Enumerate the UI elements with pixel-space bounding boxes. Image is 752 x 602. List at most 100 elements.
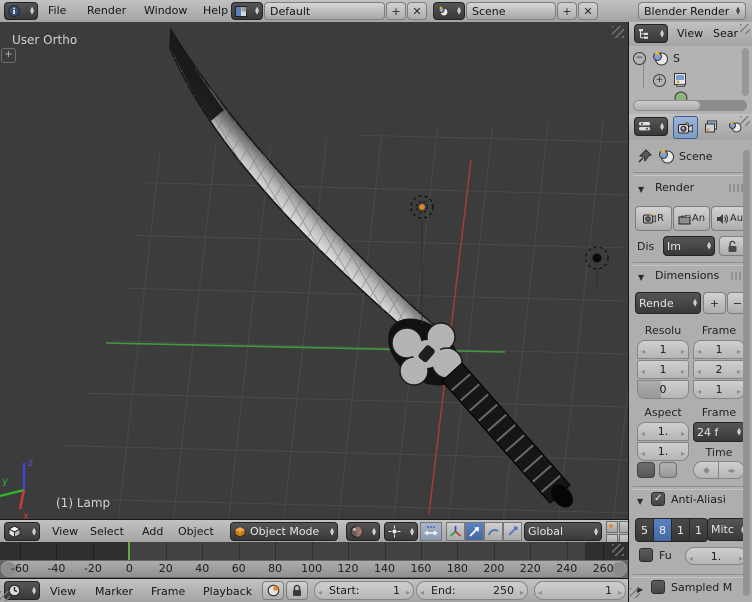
layer-12[interactable] xyxy=(619,534,628,542)
current-frame-marker[interactable] xyxy=(128,542,130,560)
crop-toggle[interactable] xyxy=(659,462,677,478)
outliner-menu-search[interactable]: Sear xyxy=(713,27,738,40)
menu-help[interactable]: Help xyxy=(203,4,228,17)
scale-manipulator-button[interactable] xyxy=(503,522,522,541)
resolution-percentage-slider[interactable]: 0 xyxy=(637,380,689,399)
sync-playback-button[interactable] xyxy=(262,581,284,600)
properties-editor-selector[interactable] xyxy=(634,117,668,136)
katana-object[interactable] xyxy=(0,22,628,512)
transform-orientation-select[interactable]: Global xyxy=(524,522,602,541)
aa-samples-16[interactable]: 1 xyxy=(690,518,708,542)
area-corner-grip[interactable] xyxy=(630,588,640,598)
menu-render[interactable]: Render xyxy=(87,4,126,17)
outliner-scene-item[interactable]: S xyxy=(673,52,680,65)
current-frame-field[interactable]: 1 xyxy=(534,581,626,600)
tab-render-layers[interactable] xyxy=(699,116,722,137)
render-still-button[interactable]: R xyxy=(635,206,672,231)
scene-type-button[interactable] xyxy=(433,2,465,20)
timeline-ruler-scrollbar[interactable]: -60 -40 -20 0 20 40 60 80 100 120 140 160 180 200 220 2… xyxy=(0,560,628,578)
screen-layout-field[interactable]: Default xyxy=(264,2,385,20)
add-layout-button[interactable]: + xyxy=(386,2,406,20)
area-corner-grip[interactable] xyxy=(612,544,624,556)
translate-manipulator-button[interactable] xyxy=(465,522,484,541)
dimensions-panel-title[interactable]: Dimensions xyxy=(655,269,719,282)
tl-menu-marker[interactable]: Marker xyxy=(95,585,133,598)
vp-menu-select[interactable]: Select xyxy=(90,525,124,538)
lamp-object-2[interactable] xyxy=(585,246,609,286)
collapse-icon[interactable] xyxy=(633,52,646,65)
outliner-hscrollbar[interactable] xyxy=(633,100,747,111)
aspect-y-field[interactable]: 1. xyxy=(637,442,689,461)
full-sample-checkbox[interactable] xyxy=(639,548,653,562)
aa-samples-11[interactable]: 1 xyxy=(672,518,690,542)
screen-layout-type-button[interactable] xyxy=(231,2,263,20)
resolution-y-field[interactable]: 1 xyxy=(637,360,689,379)
panel-expand-icon[interactable] xyxy=(638,182,644,195)
add-scene-button[interactable]: + xyxy=(557,2,577,20)
layers-widget[interactable] xyxy=(606,521,628,542)
pin-icon[interactable] xyxy=(637,148,653,164)
layer-1-active[interactable] xyxy=(606,521,618,533)
render-engine-select[interactable]: Blender Render xyxy=(638,2,746,20)
lock-frame-button[interactable] xyxy=(286,581,308,600)
aa-samples-5[interactable]: 5 xyxy=(635,518,654,542)
area-corner-grip[interactable] xyxy=(612,26,624,38)
tl-menu-view[interactable]: View xyxy=(50,585,76,598)
tl-menu-frame[interactable]: Frame xyxy=(151,585,185,598)
time-remap-old-field[interactable] xyxy=(693,461,719,479)
viewport-shading-select[interactable] xyxy=(346,522,380,541)
area-corner-grip[interactable] xyxy=(0,591,10,601)
vp-menu-object[interactable]: Object xyxy=(178,525,214,538)
lamp-object-selected[interactable] xyxy=(410,195,434,324)
lock-interface-button[interactable] xyxy=(719,236,745,256)
frame-end-field[interactable]: 2 xyxy=(693,360,745,379)
render-panel-title[interactable]: Render xyxy=(655,181,694,194)
close-scene-button[interactable]: ✕ xyxy=(578,2,598,20)
resolution-x-field[interactable]: 1 xyxy=(637,340,689,359)
frame-step-field[interactable]: 1 xyxy=(693,380,745,399)
mode-select[interactable]: Object Mode xyxy=(230,522,338,541)
frame-end-field[interactable]: End: 250 xyxy=(416,581,528,600)
render-presets-select[interactable]: Rende xyxy=(635,292,701,314)
scrollbar-right-cap[interactable] xyxy=(612,562,626,576)
properties-vscroll-thumb[interactable] xyxy=(743,150,750,596)
vp-menu-view[interactable]: View xyxy=(52,525,78,538)
pivot-point-select[interactable] xyxy=(384,522,418,541)
time-remap-new-field[interactable]: ◂▸ xyxy=(719,461,745,479)
tl-menu-playback[interactable]: Playback xyxy=(203,585,252,598)
outliner-menu-view[interactable]: View xyxy=(677,27,703,40)
frame-rate-select[interactable]: 24 f xyxy=(693,422,745,442)
aspect-x-field[interactable]: 1. xyxy=(637,422,689,441)
sampled-motion-blur-title[interactable]: Sampled M xyxy=(671,581,732,594)
manipulator-axes-button[interactable] xyxy=(446,522,465,541)
tab-render[interactable] xyxy=(673,116,698,139)
outliner-vscroll-thumb[interactable] xyxy=(742,48,749,96)
scene-field[interactable]: Scene xyxy=(466,2,556,20)
editor-type-selector[interactable] xyxy=(4,2,38,20)
border-toggle[interactable] xyxy=(637,462,655,478)
render-animation-button[interactable]: An xyxy=(673,206,710,231)
display-mode-select[interactable]: Im xyxy=(663,236,715,256)
anti-aliasing-panel-title[interactable]: Anti-Aliasi xyxy=(671,493,726,506)
aa-samples-8[interactable]: 8 xyxy=(654,518,672,542)
viewport-editor-selector[interactable] xyxy=(4,522,40,541)
region-expand-button[interactable]: + xyxy=(1,48,16,63)
vp-menu-add[interactable]: Add xyxy=(142,525,163,538)
filter-size-slider[interactable]: 1. xyxy=(685,547,747,565)
layer-2[interactable] xyxy=(619,521,628,533)
panel-expand-icon[interactable] xyxy=(638,270,644,283)
outliner-hscroll-thumb[interactable] xyxy=(634,101,700,110)
expand-icon[interactable] xyxy=(653,74,666,87)
frame-start-field[interactable]: 1 xyxy=(693,340,745,359)
add-preset-button[interactable]: + xyxy=(703,292,726,314)
layer-11[interactable] xyxy=(606,534,618,542)
frame-start-field[interactable]: Start: 1 xyxy=(314,581,414,600)
sampled-motion-blur-checkbox[interactable] xyxy=(651,580,665,594)
close-layout-button[interactable]: ✕ xyxy=(407,2,427,20)
rotate-manipulator-button[interactable] xyxy=(484,522,503,541)
manipulator-toggle[interactable] xyxy=(420,522,442,541)
anti-aliasing-checkbox[interactable] xyxy=(651,492,665,506)
outliner-editor-selector[interactable] xyxy=(634,24,668,43)
timeline-band[interactable] xyxy=(0,542,628,560)
menu-window[interactable]: Window xyxy=(144,4,187,17)
